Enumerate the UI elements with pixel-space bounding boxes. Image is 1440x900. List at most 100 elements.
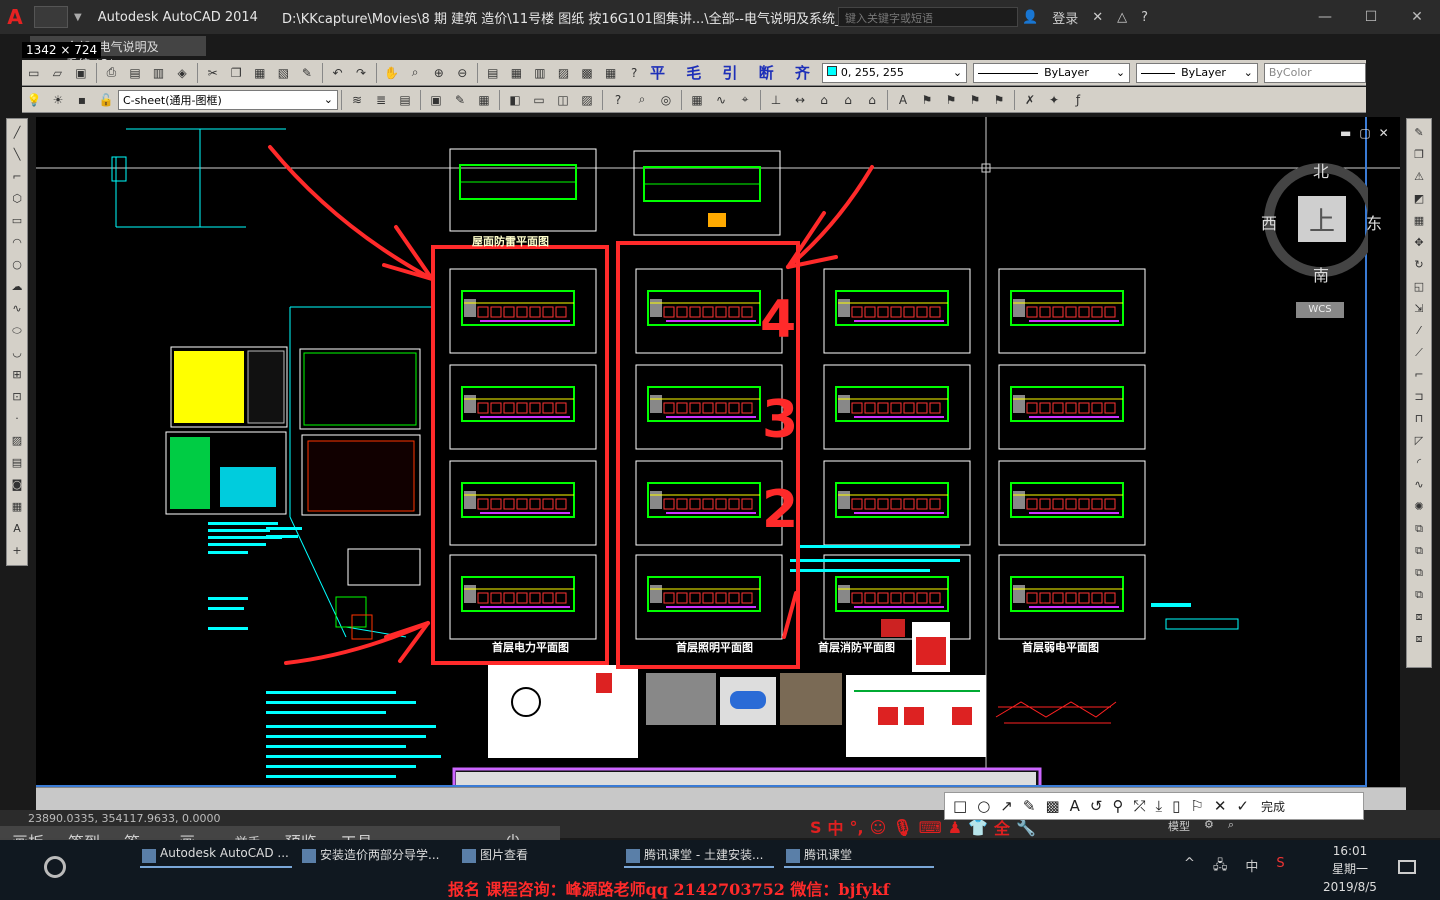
exchange-icon[interactable]: ✕ — [1092, 10, 1103, 25]
chevron-down-icon[interactable]: ▼ — [74, 12, 82, 23]
hatch-left-icon[interactable]: ▨ — [12, 431, 22, 451]
ellipse-arc-icon[interactable]: ◡ — [12, 343, 22, 363]
login-link[interactable]: 登录 — [1052, 8, 1078, 27]
match-icon[interactable]: ▧ — [273, 63, 295, 83]
add-icon[interactable]: + — [12, 541, 21, 561]
layer-state-icon[interactable]: ≣ — [370, 90, 392, 110]
join-icon[interactable]: ⊓ — [1415, 409, 1424, 429]
chevron-up-icon[interactable]: ^ — [1184, 856, 1195, 878]
curve-icon[interactable]: ∿ — [710, 90, 732, 110]
query-icon[interactable]: ? — [607, 90, 629, 110]
array-icon[interactable]: ▦ — [1414, 211, 1424, 231]
pan-icon[interactable]: ✋ — [381, 63, 403, 83]
table-left-icon[interactable]: ▦ — [12, 497, 22, 517]
open-icon[interactable]: ▱ — [47, 63, 69, 83]
erase-icon[interactable]: ✗ — [1019, 90, 1041, 110]
dim-icon[interactable]: ↔ — [789, 90, 811, 110]
trim-icon[interactable]: ⁄ — [1418, 321, 1420, 341]
layer-select[interactable]: C-sheet(通用-图框) ⌄ — [118, 89, 338, 110]
task-image-viewer[interactable]: 图片查看 — [460, 846, 580, 868]
explode-icon[interactable]: ✦ — [1043, 90, 1065, 110]
ime-tray[interactable]: 中 — [1245, 856, 1258, 878]
color-select[interactable]: 0, 255, 255 ⌄ — [821, 62, 968, 83]
viewcube-north[interactable]: 北 — [1313, 158, 1329, 182]
paste-icon[interactable]: ▦ — [249, 63, 271, 83]
task-tencent-class[interactable]: 腾讯课堂 - 土建安装... — [624, 846, 774, 868]
break-icon[interactable]: ⌐ — [1414, 365, 1423, 385]
zoom-icon[interactable]: ⌕ — [404, 63, 426, 83]
quick-access-box[interactable] — [34, 6, 68, 28]
erase-r-icon[interactable]: ✎ — [1414, 123, 1423, 143]
pen-tool-icon[interactable]: ✎ — [1023, 797, 1036, 815]
flag-icon[interactable]: ⚑ — [916, 90, 938, 110]
task-autocad[interactable]: Autodesk AutoCAD ... — [140, 846, 292, 868]
done-button[interactable]: 完成 — [1261, 798, 1285, 815]
circle-icon[interactable]: ○ — [12, 255, 22, 275]
table-icon[interactable]: ▦ — [473, 90, 495, 110]
chamfer-icon[interactable]: ◸ — [1415, 431, 1423, 451]
function-icon[interactable]: ƒ — [1067, 90, 1089, 110]
layer-color-icon[interactable]: ▪ — [71, 90, 93, 110]
extend-icon[interactable]: ⟋ — [1415, 343, 1423, 363]
ellipse-tool-icon[interactable]: ○ — [977, 797, 990, 815]
drawing-canvas[interactable]: 4 3 2 屋面防雷平面图 首层电力平面图 首层照明平面图 首层消防平面图 首层… — [36, 117, 1400, 787]
mosaic-tool-icon[interactable]: ▩ — [1045, 797, 1059, 815]
move-icon[interactable]: ✥ — [1414, 233, 1423, 253]
mic-icon[interactable]: 🎙 — [892, 818, 912, 837]
wrench-icon[interactable]: 🔧 — [1016, 818, 1036, 837]
ocr-tool-icon[interactable]: ⤱ — [1133, 797, 1145, 815]
blend-icon[interactable]: ∿ — [1414, 475, 1423, 495]
save-icon[interactable]: ▣ — [70, 63, 92, 83]
viewcube-east[interactable]: 东 — [1366, 210, 1382, 234]
keyboard-icon[interactable]: ⌨ — [919, 818, 942, 837]
rect-tool-icon[interactable]: □ — [953, 797, 967, 815]
group-icon[interactable]: ⧈ — [1416, 607, 1423, 627]
rotate-icon[interactable]: ↻ — [1414, 255, 1423, 275]
fillet-icon[interactable]: ◜ — [1417, 453, 1421, 473]
punct-icon[interactable]: °, — [850, 818, 864, 837]
gradient-icon[interactable]: ▤ — [12, 453, 22, 473]
brush-icon[interactable]: ✎ — [296, 63, 318, 83]
snap-icon[interactable]: ⌖ — [734, 90, 756, 110]
start-icon[interactable] — [44, 856, 66, 878]
design-center-icon[interactable]: ▦ — [506, 63, 528, 83]
draworder-icon[interactable]: ⧉ — [1415, 519, 1423, 539]
print-icon[interactable]: ⎙ — [101, 63, 123, 83]
layer-manager-icon[interactable]: ≋ — [346, 90, 368, 110]
region-icon[interactable]: ◙ — [12, 475, 23, 495]
wcs-menu[interactable]: WCS — [1296, 302, 1344, 318]
ucs-icon[interactable]: ⊥ — [765, 90, 787, 110]
emoji-icon[interactable]: ☺ — [870, 818, 887, 837]
network-icon[interactable]: 🖧 — [1213, 856, 1228, 878]
layer-lock-icon[interactable]: 🔓 — [95, 90, 117, 110]
spline-icon[interactable]: ∿ — [12, 299, 21, 319]
point-icon[interactable]: · — [15, 409, 19, 429]
draworder3-icon[interactable]: ⧉ — [1415, 563, 1423, 583]
arrow-tool-icon[interactable]: ↗ — [1000, 797, 1013, 815]
help-tb-icon[interactable]: ? — [623, 63, 645, 83]
flag2-icon[interactable]: ⚑ — [940, 90, 962, 110]
ellipse-icon[interactable]: ⬭ — [12, 321, 21, 341]
markup-icon[interactable]: ▩ — [576, 63, 598, 83]
cut-icon[interactable]: ✂ — [202, 63, 224, 83]
task-course[interactable]: 安装造价两部分导学... — [300, 846, 450, 868]
help-icon[interactable]: ? — [1141, 10, 1148, 25]
insert-icon[interactable]: ⊞ — [12, 365, 21, 385]
viewcube-south[interactable]: 南 — [1313, 262, 1329, 286]
tool-palette-icon[interactable]: ▥ — [529, 63, 551, 83]
tab-model[interactable]: 模型 — [1168, 818, 1190, 834]
polyline-icon[interactable]: ⌐ — [12, 167, 21, 187]
new-icon[interactable]: ▭ — [23, 63, 45, 83]
notification-icon[interactable] — [1398, 860, 1416, 874]
layer-prev-icon[interactable]: ▤ — [394, 90, 416, 110]
copy-r-icon[interactable]: ❐ — [1414, 145, 1424, 165]
undo-icon[interactable]: ↶ — [327, 63, 349, 83]
text-icon[interactable]: A — [892, 90, 914, 110]
block-make-icon[interactable]: ⊡ — [12, 387, 21, 407]
shirt-icon[interactable]: 👕 — [968, 818, 988, 837]
publish-icon[interactable]: ▥ — [148, 63, 170, 83]
break2-icon[interactable]: ⊐ — [1414, 387, 1423, 407]
arc-icon[interactable]: ◠ — [12, 233, 22, 253]
globe-icon[interactable]: ◎ — [655, 90, 677, 110]
plotstyle-select[interactable]: ByColor — [1263, 62, 1366, 83]
